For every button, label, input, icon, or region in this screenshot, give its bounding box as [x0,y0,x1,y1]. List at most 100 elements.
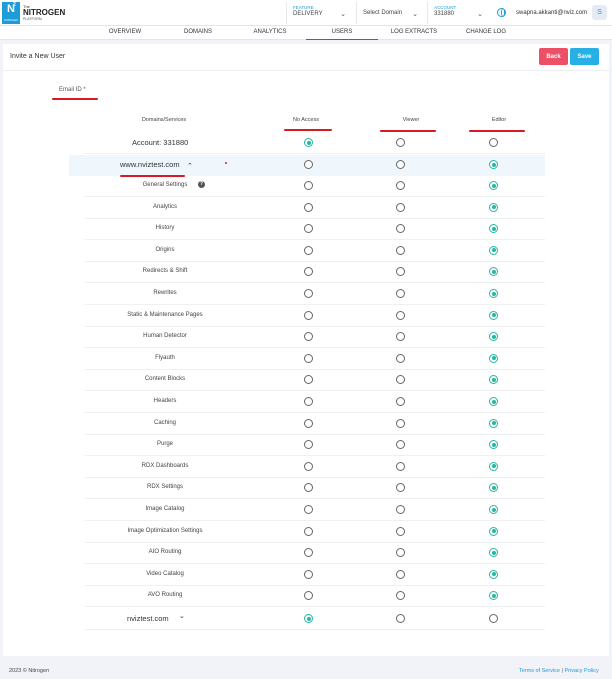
service-row: History [85,219,545,241]
radio-no-access[interactable] [304,267,313,277]
radio-no-access[interactable] [304,418,313,428]
service-row: Image Catalog [85,500,545,521]
radio-viewer[interactable] [396,224,405,234]
radio-no-access[interactable] [304,310,313,320]
account-selector[interactable]: ACCOUNT 331880 ⌄ [427,2,489,24]
radio-viewer[interactable] [396,267,405,277]
radio-viewer[interactable] [396,418,405,428]
domain-row-nviztest[interactable]: nviztest.com ⌄ [85,609,545,630]
radio-viewer[interactable] [396,591,405,601]
radio-editor[interactable] [489,289,498,298]
user-email[interactable]: swapna.akkanti@nviz.com [516,10,587,16]
radio-no-access[interactable] [304,181,313,190]
radio-viewer[interactable] [396,160,405,169]
footer: 2023 © Nitrogen Terms of Service | Priva… [0,661,612,679]
radio-viewer[interactable] [396,375,405,385]
radio-no-access[interactable] [304,440,313,450]
radio-no-access[interactable] [304,526,313,536]
radio-editor[interactable] [489,461,498,471]
chevron-down-icon[interactable]: ⌄ [179,612,185,620]
chevron-down-icon: ⌄ [477,11,483,18]
feature-selector[interactable]: FEATURE DELIVERY ⌄ [286,2,352,24]
radio-editor[interactable] [489,353,498,363]
nav-analytics[interactable]: ANALYTICS [242,26,298,40]
radio-editor[interactable] [489,181,498,190]
header-viewer: Viewer [402,117,420,123]
radio-viewer[interactable] [396,440,405,450]
radio-editor[interactable] [489,505,498,514]
radio-no-access[interactable] [304,332,313,342]
radio-editor[interactable] [489,483,498,493]
radio-viewer[interactable] [396,461,405,471]
service-row: Flyauth [85,349,545,370]
radio-no-access[interactable] [304,375,313,385]
radio-no-access[interactable] [304,591,313,601]
radio-editor[interactable] [489,332,498,342]
radio-viewer[interactable] [396,505,405,514]
radio-no-access[interactable] [304,245,313,255]
radio-viewer[interactable] [396,569,405,579]
radio-viewer[interactable] [396,397,405,406]
radio-no-access[interactable] [304,397,313,406]
radio-editor[interactable] [489,440,498,450]
radio-no-access[interactable] [304,461,313,471]
radio-editor[interactable] [489,202,498,212]
radio-viewer[interactable] [396,526,405,536]
radio-viewer[interactable] [396,483,405,493]
privacy-link[interactable]: Privacy Policy [564,668,598,674]
chevron-up-icon[interactable]: ⌃ [187,162,193,170]
radio-viewer[interactable] [396,289,405,298]
radio-editor[interactable] [489,397,498,406]
radio-viewer[interactable] [396,310,405,320]
radio-editor[interactable] [489,591,498,601]
radio-editor[interactable] [489,310,498,320]
save-button[interactable]: Save [570,48,599,65]
email-id-field[interactable]: Email ID * [59,87,86,93]
help-icon[interactable]: ? [198,181,205,188]
radio-editor[interactable] [489,569,498,579]
globe-icon[interactable] [497,8,506,17]
radio-no-access[interactable] [304,138,313,147]
radio-no-access[interactable] [304,160,313,169]
radio-no-access[interactable] [304,202,313,212]
avatar[interactable]: S [592,5,607,20]
nav-domains[interactable]: DOMAINS [170,26,226,40]
radio-no-access[interactable] [304,505,313,514]
radio-viewer[interactable] [396,138,405,147]
nav-change-log[interactable]: CHANGE LOG [458,26,514,40]
radio-editor[interactable] [489,614,498,623]
domain-selector[interactable]: Select Domain ⌄ [356,2,424,24]
nav-overview[interactable]: OVERVIEW [100,26,150,40]
radio-no-access[interactable] [304,483,313,493]
domain-row-www-nviztest[interactable]: www.nviztest.com ⌃ [69,155,545,176]
radio-editor[interactable] [489,526,498,536]
radio-viewer[interactable] [396,614,405,623]
nav-users[interactable]: USERS [306,26,378,40]
radio-viewer[interactable] [396,202,405,212]
radio-no-access[interactable] [304,569,313,579]
radio-no-access[interactable] [304,353,313,363]
radio-editor[interactable] [489,138,498,147]
radio-viewer[interactable] [396,245,405,255]
radio-viewer[interactable] [396,353,405,363]
radio-editor[interactable] [489,224,498,234]
radio-editor[interactable] [489,548,498,558]
radio-viewer[interactable] [396,332,405,342]
radio-editor[interactable] [489,418,498,428]
radio-editor[interactable] [489,375,498,385]
radio-editor[interactable] [489,160,498,169]
back-button[interactable]: Back [539,48,568,65]
radio-editor[interactable] [489,267,498,277]
radio-no-access[interactable] [304,548,313,558]
radio-editor[interactable] [489,245,498,255]
nav-log-extracts[interactable]: LOG EXTRACTS [385,26,443,40]
radio-viewer[interactable] [396,548,405,558]
service-row-label: Image Optimization Settings [127,527,203,534]
radio-no-access[interactable] [304,224,313,234]
nitrogen-logo-icon[interactable]: N 2 NITROGEN [2,2,20,24]
radio-viewer[interactable] [396,181,405,190]
radio-no-access[interactable] [304,614,313,623]
logo-superscript: 2 [13,2,16,8]
radio-no-access[interactable] [304,289,313,298]
terms-link[interactable]: Terms of Service [519,668,560,674]
